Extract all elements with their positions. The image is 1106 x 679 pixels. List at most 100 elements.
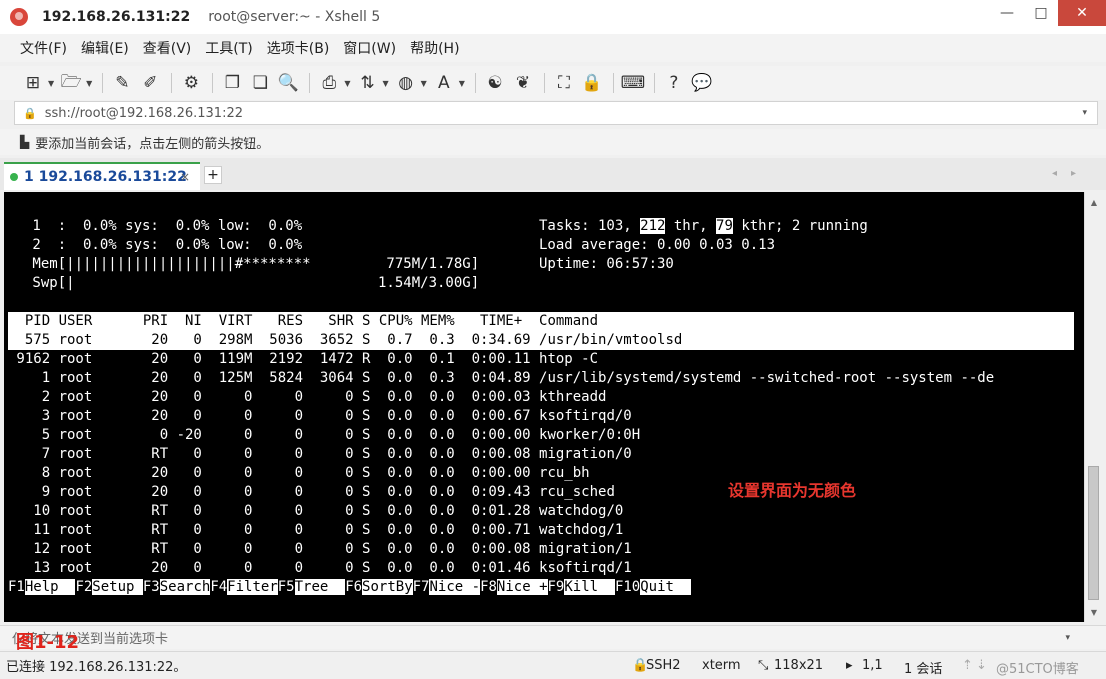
watermark: @51CTO博客 (996, 662, 1079, 677)
transfer-dropdown-icon[interactable]: ▼ (382, 79, 388, 88)
process-row[interactable]: 7 root RT 0 0 0 0 S 0.0 0.0 0:00.08 migr… (8, 445, 632, 464)
tasks-line: Tasks: 103, 212 thr, 79 kthr; 2 running (539, 217, 868, 236)
cursor-icon: ▸ (846, 658, 853, 673)
help-icon[interactable]: ? (661, 71, 687, 95)
tab-scroll-arrows[interactable]: ◂▸ (1052, 168, 1090, 179)
process-row[interactable]: 3 root 20 0 0 0 0 S 0.0 0.0 0:00.67 ksof… (8, 407, 632, 426)
scroll-up-icon[interactable]: ▲ (1085, 194, 1103, 210)
connection-status: 已连接 192.168.26.131:22。 (6, 660, 187, 675)
keyboard-icon[interactable]: ⌨ (620, 71, 646, 95)
new-session-icon[interactable]: ⊞ (20, 71, 46, 95)
lock-icon[interactable]: 🔒 (579, 71, 605, 95)
add-tab-button[interactable]: + (204, 166, 222, 184)
tab-close-icon[interactable]: × (180, 170, 190, 184)
fkey-f7[interactable]: F7 (413, 579, 430, 595)
process-row[interactable]: 9 root 20 0 0 0 0 S 0.0 0.0 0:09.43 rcu_… (8, 483, 615, 502)
transfer-icon[interactable]: ⇅ (354, 71, 380, 95)
chat-icon[interactable]: 💬 (689, 71, 715, 95)
new-session-dropdown-icon[interactable]: ▼ (48, 79, 54, 88)
fkey-f9-label[interactable]: Kill (564, 579, 615, 595)
cpu2-meter: 2 : 0.0% sys: 0.0% low: 0.0% (24, 237, 303, 253)
terminal[interactable]: 1 : 0.0% sys: 0.0% low: 0.0% 2 : 0.0% sy… (4, 192, 1084, 622)
globe-icon[interactable]: ◍ (393, 71, 419, 95)
print-icon[interactable]: ⎙ (316, 71, 342, 95)
paste-icon[interactable]: ❏ (247, 71, 273, 95)
process-row[interactable]: 11 root RT 0 0 0 0 S 0.0 0.0 0:00.71 wat… (8, 521, 623, 540)
process-row[interactable]: 5 root 0 -20 0 0 0 S 0.0 0.0 0:00.00 kwo… (8, 426, 640, 445)
fkey-f10[interactable]: F10 (615, 579, 640, 595)
send-dropdown-icon[interactable]: ▾ (1065, 633, 1070, 643)
maximize-button[interactable]: □ (1024, 0, 1058, 26)
fkey-f3[interactable]: F3 (143, 579, 160, 595)
toolbar: ⊞ ▼ 🗁 ▼ ✎ ✐ ⚙ ❐ ❏ 🔍 ⎙ ▼ ⇅ ▼ ◍ ▼ A ▼ ☯ ❦ ⛶ 🔒 ⌨ … (0, 66, 1106, 100)
menu-view[interactable]: 查看(V) (143, 38, 192, 58)
connected-status-icon (10, 173, 18, 181)
download-icon[interactable]: ⇣ (976, 658, 987, 673)
copy-icon[interactable]: ❐ (219, 71, 245, 95)
print-dropdown-icon[interactable]: ▼ (344, 79, 350, 88)
fkey-f4[interactable]: F4 (210, 579, 227, 595)
process-table-header[interactable]: PID USER PRI NI VIRT RES SHR S CPU% MEM%… (8, 312, 1074, 331)
swap-meter: Swp[| 1.54M/3.00G] (24, 275, 480, 291)
toolbar-separator (102, 73, 104, 93)
address-dropdown-icon[interactable]: ▾ (1082, 108, 1087, 118)
leaf-icon[interactable]: ❦ (510, 71, 536, 95)
menu-edit[interactable]: 编辑(E) (81, 38, 129, 58)
fullscreen-icon[interactable]: ⛶ (551, 71, 577, 95)
fkey-f3-label[interactable]: Search (159, 579, 211, 595)
process-row[interactable]: 13 root 20 0 0 0 0 S 0.0 0.0 0:01.46 kso… (8, 559, 631, 578)
menu-window[interactable]: 窗口(W) (343, 38, 396, 58)
process-row[interactable]: 9162 root 20 0 119M 2192 1472 R 0.0 0.1 … (8, 350, 598, 369)
open-folder-icon[interactable]: 🗁 (58, 71, 84, 95)
fkey-f6-label[interactable]: SortBy (362, 579, 413, 595)
process-row[interactable]: 2 root 20 0 0 0 0 S 0.0 0.0 0:00.03 kthr… (8, 388, 607, 407)
terminal-scrollbar[interactable]: ▲ ▼ (1084, 192, 1102, 622)
find-icon[interactable]: 🔍 (275, 71, 301, 95)
font-icon[interactable]: A (431, 71, 457, 95)
disconnect-icon[interactable]: ✐ (137, 71, 163, 95)
menu-file[interactable]: 文件(F) (20, 38, 67, 58)
menu-tab[interactable]: 选项卡(B) (267, 38, 330, 58)
fkey-f2[interactable]: F2 (75, 579, 92, 595)
fkey-f9[interactable]: F9 (548, 579, 565, 595)
process-row[interactable]: 1 root 20 0 125M 5824 3064 S 0.0 0.3 0:0… (8, 369, 994, 388)
address-bar[interactable]: 🔒 ssh://root@192.168.26.131:22 ▾ (14, 101, 1098, 125)
open-dropdown-icon[interactable]: ▼ (86, 79, 92, 88)
process-row[interactable]: 8 root 20 0 0 0 0 S 0.0 0.0 0:00.00 rcu_… (8, 464, 590, 483)
tasks-suffix: kthr; 2 running (732, 218, 868, 234)
fkey-f8[interactable]: F8 (480, 579, 497, 595)
xftp-icon[interactable]: ☯ (482, 71, 508, 95)
fkey-f2-label[interactable]: Setup (92, 579, 143, 595)
encoding-dropdown-icon[interactable]: ▼ (421, 79, 427, 88)
process-row[interactable]: 12 root RT 0 0 0 0 S 0.0 0.0 0:00.08 mig… (8, 540, 631, 559)
menu-tools[interactable]: 工具(T) (205, 38, 252, 58)
pin-icon[interactable]: ▙ (20, 135, 29, 149)
process-row[interactable]: 10 root RT 0 0 0 0 S 0.0 0.0 0:01.28 wat… (8, 502, 623, 521)
fkey-f7-label[interactable]: Nice - (429, 579, 481, 595)
minimize-button[interactable]: — (990, 0, 1024, 26)
process-row[interactable]: 575 root 20 0 298M 5036 3652 S 0.7 0.3 0… (8, 331, 1074, 350)
reconnect-icon[interactable]: ✎ (109, 71, 135, 95)
scrollbar-thumb[interactable] (1088, 466, 1099, 600)
tab-bar: 1 192.168.26.131:22 × + ◂▸ (0, 158, 1106, 190)
status-bar: 已连接 192.168.26.131:22。 🔒 SSH2 xterm ⤡ 11… (0, 651, 1106, 679)
fkey-f8-label[interactable]: Nice + (496, 579, 548, 595)
menu-help[interactable]: 帮助(H) (410, 38, 459, 58)
properties-icon[interactable]: ⚙ (178, 71, 204, 95)
send-text-bar[interactable]: 仅将文本发送到当前选项卡 ▾ (0, 625, 1106, 649)
resize-icon: ⤡ (758, 658, 769, 673)
font-dropdown-icon[interactable]: ▼ (459, 79, 465, 88)
fkey-f4-label[interactable]: Filter (227, 579, 278, 595)
scroll-down-icon[interactable]: ▼ (1085, 604, 1103, 620)
cursor-position: 1,1 (862, 658, 883, 673)
fkey-f1-label[interactable]: Help (24, 579, 76, 595)
fkey-f5-label[interactable]: Tree (294, 579, 346, 595)
session-tab[interactable]: 1 192.168.26.131:22 × (4, 162, 200, 190)
fkey-f6[interactable]: F6 (345, 579, 362, 595)
upload-icon[interactable]: ⇡ (962, 658, 973, 673)
close-button[interactable]: ✕ (1058, 0, 1106, 26)
fkey-f1[interactable]: F1 (8, 579, 25, 595)
fkey-f10-label[interactable]: Quit (640, 579, 691, 595)
fkey-f5[interactable]: F5 (278, 579, 295, 595)
uptime: Uptime: 06:57:30 (539, 256, 674, 272)
